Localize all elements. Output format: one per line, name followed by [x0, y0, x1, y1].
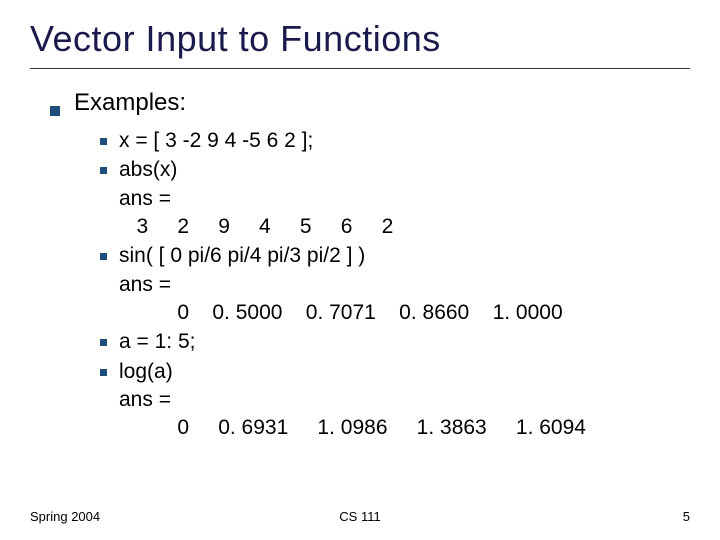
list-item: log(a) ans = 0 0. 6931 1. 0986 1. 3863 1…	[100, 358, 690, 443]
examples-list: x = [ 3 -2 9 4 -5 6 2 ]; abs(x) ans = 3 …	[100, 127, 690, 443]
examples-heading-row: Examples:	[50, 89, 690, 117]
list-item: x = [ 3 -2 9 4 -5 6 2 ];	[100, 127, 690, 155]
square-bullet-icon	[100, 339, 107, 346]
list-item: abs(x) ans = 3 2 9 4 5 6 2	[100, 156, 690, 241]
code-text: x = [ 3 -2 9 4 -5 6 2 ];	[119, 127, 690, 155]
square-bullet-icon	[100, 138, 107, 145]
square-bullet-icon	[50, 106, 60, 116]
slide-footer: Spring 2004 CS 111 5	[30, 509, 690, 524]
page-number: 5	[683, 509, 690, 524]
square-bullet-icon	[100, 253, 107, 260]
slide-title: Vector Input to Functions	[30, 18, 690, 69]
code-text: abs(x) ans = 3 2 9 4 5 6 2	[119, 156, 690, 241]
list-item: a = 1: 5;	[100, 328, 690, 356]
code-text: sin( [ 0 pi/6 pi/4 pi/3 pi/2 ] ) ans = 0…	[119, 242, 690, 327]
square-bullet-icon	[100, 167, 107, 174]
footer-left: Spring 2004	[30, 509, 100, 524]
list-item: sin( [ 0 pi/6 pi/4 pi/3 pi/2 ] ) ans = 0…	[100, 242, 690, 327]
code-text: log(a) ans = 0 0. 6931 1. 0986 1. 3863 1…	[119, 358, 690, 443]
footer-center: CS 111	[339, 509, 380, 524]
code-text: a = 1: 5;	[119, 328, 690, 356]
square-bullet-icon	[100, 369, 107, 376]
examples-heading: Examples:	[74, 89, 186, 117]
